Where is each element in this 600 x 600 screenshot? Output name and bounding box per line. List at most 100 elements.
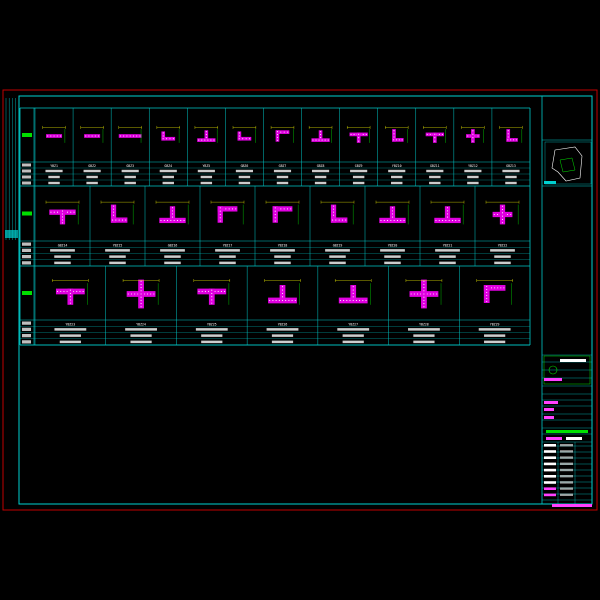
rebar-dot xyxy=(501,212,504,214)
rebar-dot xyxy=(140,296,142,298)
rebar-dot xyxy=(153,293,155,295)
rebar-dot xyxy=(76,290,78,293)
rebar-dot xyxy=(391,210,394,212)
rebar-dot xyxy=(391,213,394,215)
rebar-dot xyxy=(146,293,149,295)
title-text-bar xyxy=(546,437,562,440)
cell-detail-bar xyxy=(271,334,294,337)
rebar-dot xyxy=(497,287,499,289)
cell-detail-bar xyxy=(273,169,292,173)
rebar-dot xyxy=(69,296,71,298)
rebar-dot xyxy=(352,299,354,302)
label-header-glyph xyxy=(22,327,31,331)
cell-detail-bar xyxy=(478,328,511,331)
rebar-dot xyxy=(162,135,164,137)
label-header-glyph xyxy=(22,261,31,265)
rebar-dot xyxy=(294,299,296,302)
rebar-dot xyxy=(211,292,213,295)
rebar-dot xyxy=(205,131,207,133)
rebar-dot xyxy=(211,299,213,301)
rebar-dot xyxy=(283,208,285,210)
rebar-dot xyxy=(123,135,125,137)
cell-detail-bar xyxy=(484,340,506,344)
rebar-dot xyxy=(63,290,65,293)
cell-detail-bar xyxy=(352,175,365,179)
rebar-dot xyxy=(442,219,444,221)
rebar-dot xyxy=(500,287,502,289)
rebar-dot xyxy=(401,139,403,141)
type-mark-label: YBZ24 xyxy=(136,322,146,326)
title-field-label xyxy=(544,462,556,466)
rebar-dot xyxy=(423,290,425,292)
rebar-dot xyxy=(201,139,203,141)
rebar-dot xyxy=(162,138,164,140)
title-field-value xyxy=(560,444,573,447)
rebar-dot xyxy=(125,219,127,221)
rebar-dot xyxy=(166,138,168,140)
rebar-dot xyxy=(472,133,474,135)
type-mark-label: YBZ27 xyxy=(348,322,358,326)
label-header-glyph xyxy=(22,163,31,167)
rebar-dot xyxy=(429,133,431,135)
rebar-dot xyxy=(446,207,449,209)
rebar-dot xyxy=(383,219,385,221)
rebar-dot xyxy=(353,133,355,135)
type-mark-label: YBZ18 xyxy=(278,243,288,247)
cell-detail-bar xyxy=(238,175,251,179)
cell-detail-bar xyxy=(130,340,152,344)
rebar-dot xyxy=(130,293,133,295)
logo-caption xyxy=(544,181,556,184)
rebar-dot xyxy=(171,216,174,218)
cell-detail-bar xyxy=(380,249,405,252)
rebar-dot xyxy=(441,133,443,135)
rebar-dot xyxy=(121,219,123,221)
rebar-dot xyxy=(291,299,293,302)
cell-detail-bar xyxy=(276,175,289,179)
title-text-bar xyxy=(546,430,588,433)
cell-detail-bar xyxy=(45,169,63,173)
cell-detail-bar xyxy=(384,255,401,258)
cell-detail-bar xyxy=(426,169,444,173)
rebar-dot xyxy=(171,207,174,209)
label-header-glyph xyxy=(22,340,31,344)
cell-detail-bar xyxy=(48,181,60,185)
rebar-dot xyxy=(69,289,71,291)
rebar-dot xyxy=(281,299,284,302)
title-text-bar xyxy=(544,401,558,404)
drawing-sheet: YBZ1 GBZ2 GBZ3 GBZ4 YBZ5 GBZ6 GBZ7 GBZ8 GBZ9 YBZ1… xyxy=(0,0,600,600)
rebar-dot xyxy=(91,135,93,137)
rebar-dot xyxy=(446,210,449,212)
rebar-dot xyxy=(339,299,341,302)
rebar-dot xyxy=(171,210,174,212)
cell-detail-bar xyxy=(201,340,223,344)
cell-detail-bar xyxy=(130,334,152,337)
cell-detail-bar xyxy=(314,181,327,185)
rebar-dot xyxy=(235,208,237,210)
rebar-dot xyxy=(358,133,360,135)
rebar-dot xyxy=(393,139,395,141)
rebar-dot xyxy=(352,289,354,291)
wall-body xyxy=(483,285,490,303)
cell-detail-bar xyxy=(502,169,520,173)
rebar-dot xyxy=(432,293,435,295)
rebar-dot xyxy=(85,135,87,137)
cell-detail-bar xyxy=(413,334,435,337)
rebar-dot xyxy=(497,213,499,216)
cell-detail-bar xyxy=(162,181,174,185)
rebar-dot xyxy=(173,219,175,221)
rebar-dot xyxy=(472,130,474,132)
label-header-glyph xyxy=(22,169,31,173)
rebar-dot xyxy=(493,213,495,216)
cell-detail-bar xyxy=(342,334,364,337)
rebar-dot xyxy=(169,138,171,140)
label-header-glyph xyxy=(22,181,31,185)
rebar-dot xyxy=(423,287,425,289)
rebar-dot xyxy=(423,293,425,295)
rebar-dot xyxy=(391,207,394,209)
rebar-dot xyxy=(438,133,440,135)
rebar-dot xyxy=(423,280,425,282)
rebar-dot xyxy=(445,219,447,221)
rebar-dot xyxy=(288,299,290,302)
rebar-dot xyxy=(410,293,412,295)
rebar-dot xyxy=(510,213,512,216)
